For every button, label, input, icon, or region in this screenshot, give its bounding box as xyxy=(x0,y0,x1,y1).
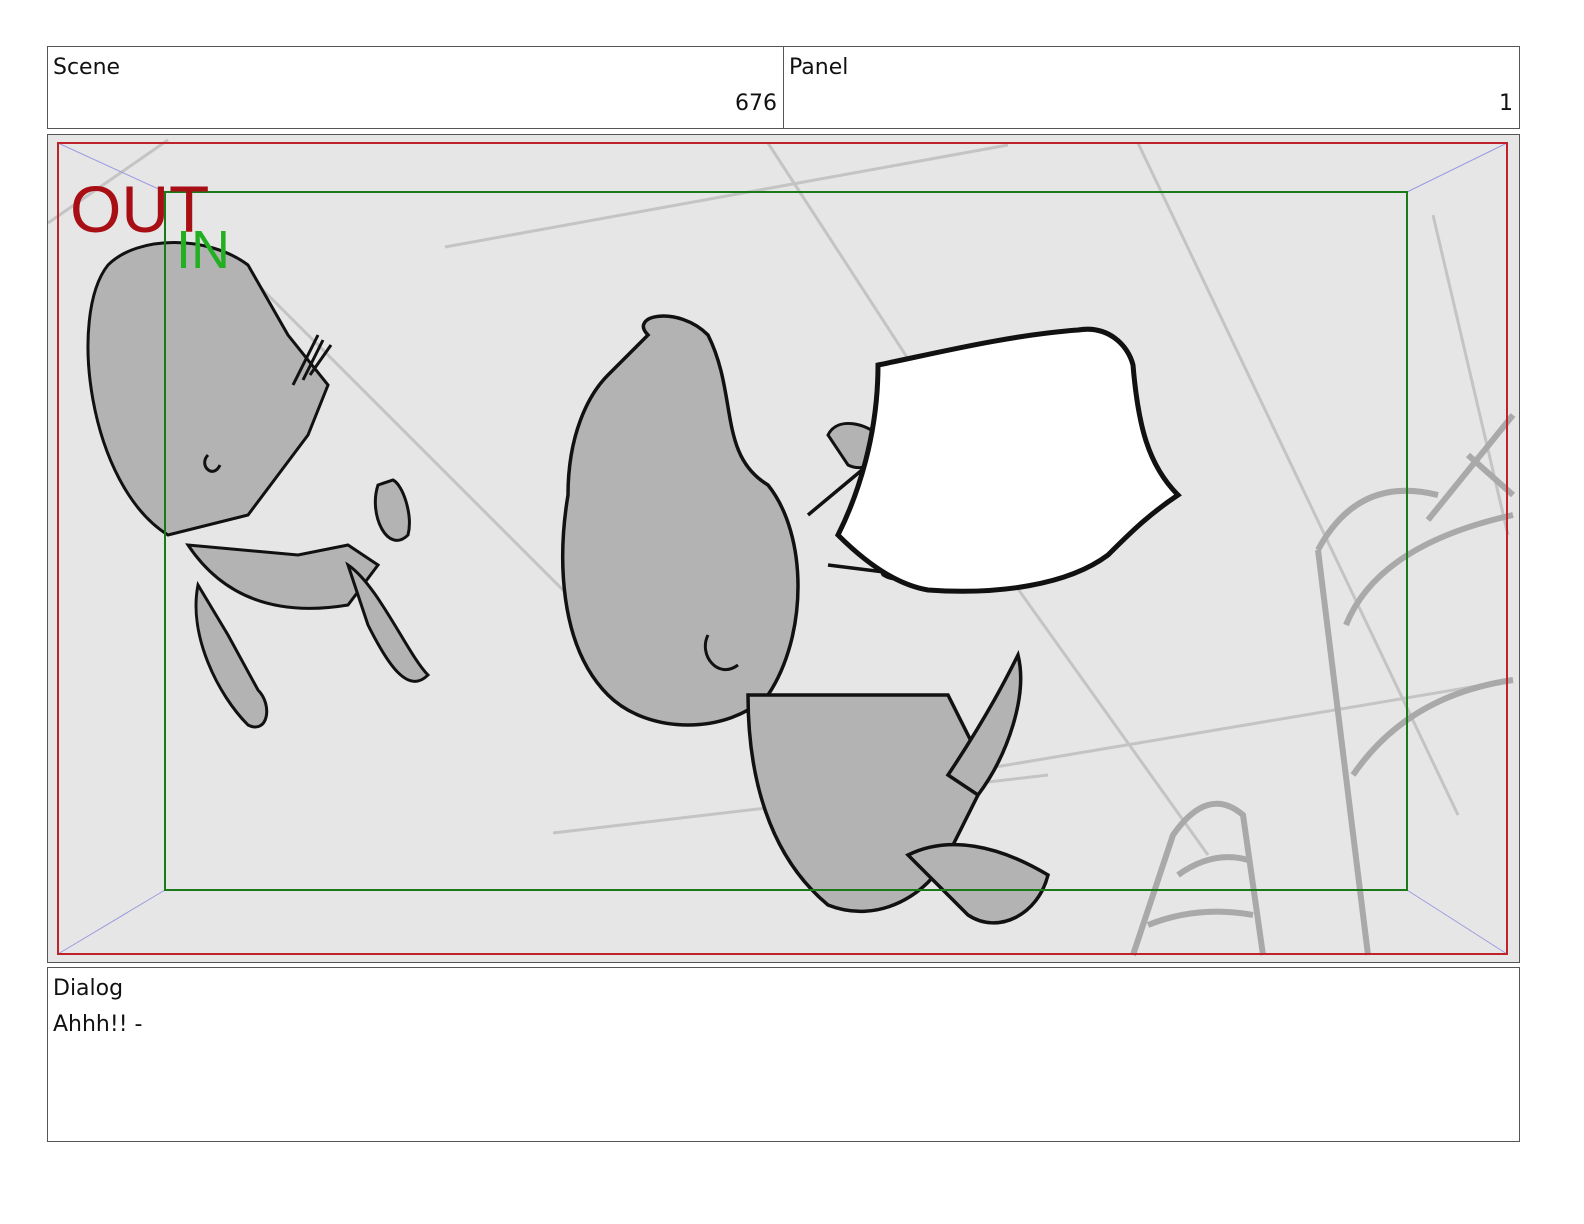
scene-label: Scene xyxy=(53,55,121,80)
dialog-label: Dialog xyxy=(53,976,124,1001)
dialog-text: Ahhh!! - xyxy=(53,1012,143,1037)
scene-cell: Scene 676 xyxy=(47,46,784,129)
storyboard-drawing: OUT IN xyxy=(48,135,1519,962)
storyboard-frame: OUT IN xyxy=(47,134,1520,963)
scene-number: 676 xyxy=(735,91,777,116)
dialog-box: Dialog Ahhh!! - xyxy=(47,967,1520,1142)
in-label: IN xyxy=(176,220,230,280)
panel-number: 1 xyxy=(1499,91,1513,116)
panel-cell: Panel 1 xyxy=(783,46,1520,129)
panel-label: Panel xyxy=(789,55,849,80)
